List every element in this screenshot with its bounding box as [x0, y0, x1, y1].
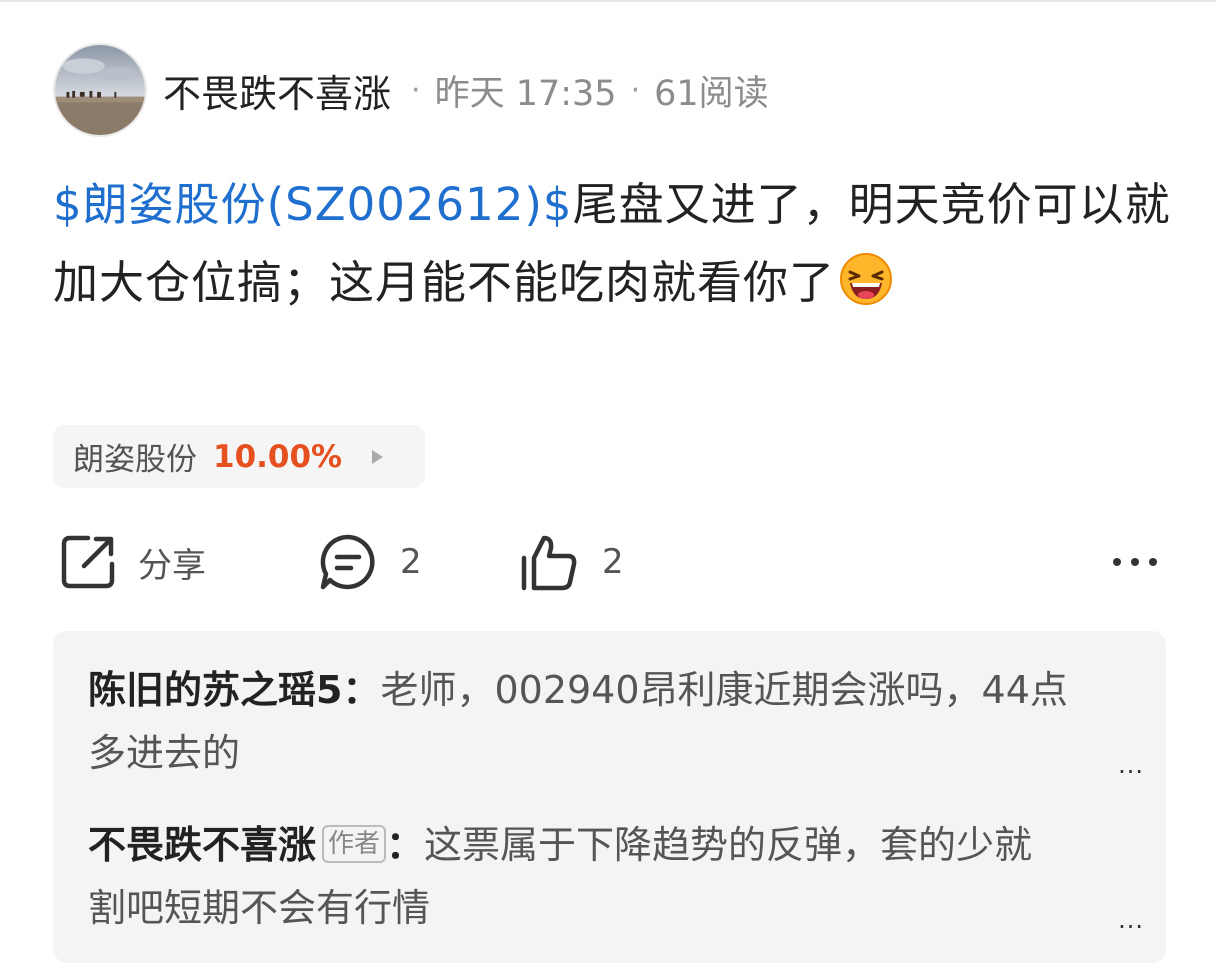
comment-button[interactable]: 2: [318, 530, 422, 594]
author-name[interactable]: 不畏跌不喜涨: [163, 63, 391, 118]
post-meta: · 昨天 17:35 · 61阅读: [397, 65, 769, 116]
avatar[interactable]: [53, 43, 147, 137]
post-header: 不畏跌不喜涨 · 昨天 17:35 · 61阅读: [53, 43, 769, 137]
like-count: 2: [602, 542, 624, 582]
share-label: 分享: [138, 545, 206, 586]
play-arrow-icon: [372, 449, 384, 464]
read-count: 61阅读: [654, 73, 769, 114]
author-badge: 作者: [322, 825, 387, 863]
more-options-button[interactable]: [1110, 530, 1160, 594]
comments-box: 陈旧的苏之瑶5：老师，002940昂利康近期会涨吗，44点多进去的 ... 不畏…: [53, 631, 1166, 963]
comment-colon: ：: [386, 823, 425, 867]
meta-separator: ·: [630, 72, 641, 108]
thumbs-up-icon: [521, 535, 577, 591]
stock-link[interactable]: $朗姿股份(SZ002612)$: [53, 178, 573, 231]
post-body: $朗姿股份(SZ002612)$尾盘又进了，明天竞价可以就加大仓位搞；这月能不能…: [53, 166, 1173, 322]
commenter-name[interactable]: 不畏跌不喜涨: [88, 823, 316, 867]
like-button[interactable]: 2: [518, 530, 624, 594]
commenter-name[interactable]: 陈旧的苏之瑶5: [88, 668, 342, 712]
comment-more-button[interactable]: ...: [1118, 751, 1144, 779]
comment-count: 2: [400, 542, 422, 582]
stock-chip[interactable]: 朗姿股份 10.00%: [53, 425, 425, 488]
comment-colon: ：: [342, 668, 381, 712]
stock-chip-change: 10.00%: [213, 438, 343, 475]
action-bar: 分享 2 2: [0, 530, 1216, 594]
avatar-image: [55, 45, 145, 135]
comment-item[interactable]: 不畏跌不喜涨 作者 ：这票属于下降趋势的反弹，套的少就割吧短期不会有行情: [88, 814, 1068, 940]
share-button[interactable]: 分享: [58, 530, 206, 594]
top-divider: [0, 0, 1216, 2]
comment-icon: [320, 534, 375, 590]
post-time: 昨天 17:35: [434, 73, 617, 114]
stock-chip-name: 朗姿股份: [73, 442, 197, 478]
share-icon: [61, 535, 115, 589]
comment-more-button[interactable]: ...: [1118, 906, 1144, 934]
meta-separator: ·: [411, 72, 421, 108]
comment-item[interactable]: 陈旧的苏之瑶5：老师，002940昂利康近期会涨吗，44点多进去的: [88, 659, 1068, 785]
laughing-face-icon: [839, 252, 893, 306]
more-horizontal-icon: [1113, 558, 1157, 566]
